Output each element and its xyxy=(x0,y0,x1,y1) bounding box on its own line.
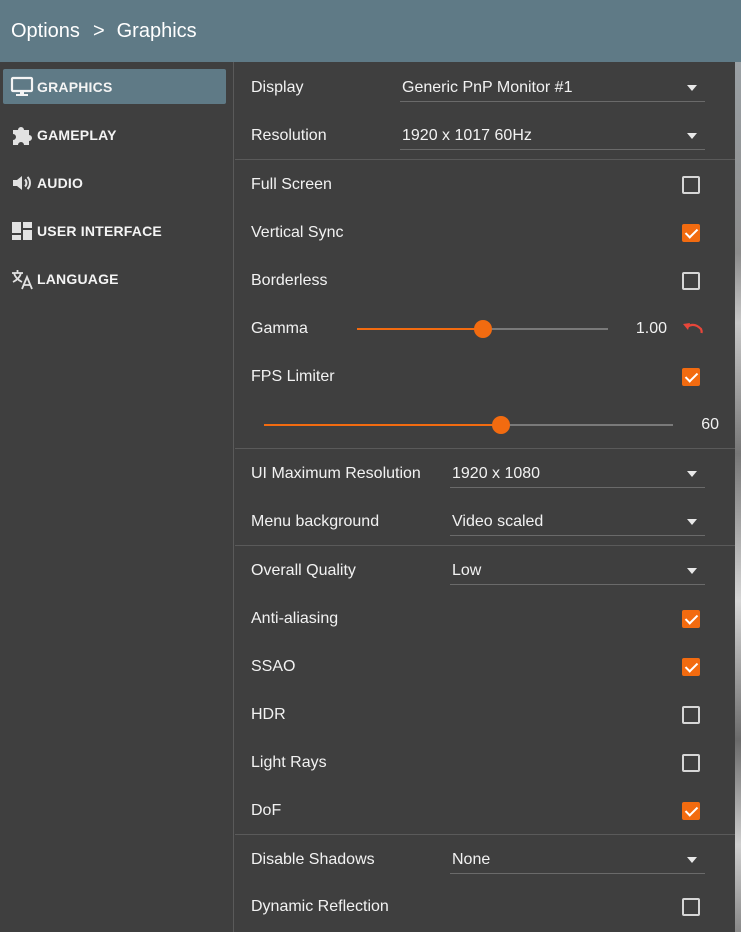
setting-label: Resolution xyxy=(251,127,327,144)
overall-quality-select[interactable]: Low xyxy=(450,557,705,585)
sidebar-item-audio[interactable]: AUDIO xyxy=(3,165,226,200)
setting-label: HDR xyxy=(251,706,286,723)
anti-aliasing-checkbox[interactable] xyxy=(682,610,700,628)
setting-ui-max-resolution: UI Maximum Resolution 1920 x 1080 xyxy=(235,450,735,498)
reset-icon[interactable] xyxy=(681,319,705,339)
setting-resolution: Resolution 1920 x 1017 60Hz xyxy=(235,112,735,160)
setting-fps-limit-value: 60 xyxy=(235,401,735,449)
setting-hdr: HDR xyxy=(235,691,735,739)
sidebar-item-user-interface[interactable]: USER INTERFACE xyxy=(3,213,226,248)
setting-light-rays: Light Rays xyxy=(235,739,735,787)
setting-label: DoF xyxy=(251,802,282,819)
resolution-select[interactable]: 1920 x 1017 60Hz xyxy=(400,122,705,150)
setting-vertical-sync: Vertical Sync xyxy=(235,209,735,257)
chevron-down-icon xyxy=(687,519,697,525)
chevron-down-icon xyxy=(687,471,697,477)
breadcrumb-current: Graphics xyxy=(116,20,197,42)
sidebar-item-gameplay[interactable]: GAMEPLAY xyxy=(3,117,226,152)
full-screen-checkbox[interactable] xyxy=(682,176,700,194)
sidebar-item-label: AUDIO xyxy=(37,174,84,191)
translate-icon xyxy=(9,267,35,291)
select-value: 1920 x 1080 xyxy=(452,465,541,482)
slider-thumb[interactable] xyxy=(473,320,492,338)
setting-menu-background: Menu background Video scaled xyxy=(235,498,735,546)
sidebar-item-graphics[interactable]: GRAPHICS xyxy=(3,69,226,104)
select-value: 1920 x 1017 60Hz xyxy=(402,127,532,144)
background-scene xyxy=(735,62,741,932)
setting-display: Display Generic PnP Monitor #1 xyxy=(235,64,735,112)
setting-label: FPS Limiter xyxy=(251,368,335,385)
speaker-icon xyxy=(9,171,35,195)
layout-icon xyxy=(9,219,35,243)
section-divider xyxy=(235,545,735,546)
setting-label: Full Screen xyxy=(251,176,332,193)
setting-overall-quality: Overall Quality Low xyxy=(235,547,735,595)
monitor-icon xyxy=(9,75,35,99)
setting-label: Disable Shadows xyxy=(251,851,375,868)
setting-disable-shadows: Disable Shadows None xyxy=(235,836,735,884)
chevron-down-icon xyxy=(687,85,697,91)
breadcrumb-separator: > xyxy=(92,20,105,42)
setting-fps-limiter: FPS Limiter xyxy=(235,353,735,401)
sidebar: GRAPHICS GAMEPLAY AUDIO USER INTERFACE L… xyxy=(0,62,234,932)
dof-checkbox[interactable] xyxy=(682,802,700,820)
setting-dynamic-reflection: Dynamic Reflection xyxy=(235,883,735,931)
borderless-checkbox[interactable] xyxy=(682,272,700,290)
slider-fill xyxy=(264,424,502,426)
setting-label: Anti-aliasing xyxy=(251,610,339,627)
sidebar-item-label: USER INTERFACE xyxy=(37,222,162,239)
chevron-down-icon xyxy=(687,133,697,139)
sidebar-item-language[interactable]: LANGUAGE xyxy=(3,261,226,296)
hdr-checkbox[interactable] xyxy=(682,706,700,724)
slider-thumb[interactable] xyxy=(492,416,511,434)
setting-borderless: Borderless xyxy=(235,257,735,305)
setting-label: Borderless xyxy=(251,272,328,289)
display-select[interactable]: Generic PnP Monitor #1 xyxy=(400,74,705,102)
chevron-down-icon xyxy=(687,857,697,863)
graphics-settings-panel: Display Generic PnP Monitor #1 Resolutio… xyxy=(235,62,735,932)
section-divider xyxy=(235,448,735,449)
breadcrumb-root[interactable]: Options xyxy=(11,20,80,43)
sidebar-item-label: GRAPHICS xyxy=(37,78,113,95)
section-divider xyxy=(235,834,735,835)
fps-limit-slider[interactable] xyxy=(264,415,673,435)
gamma-slider[interactable] xyxy=(357,319,608,339)
setting-gamma: Gamma 1.00 xyxy=(235,305,735,353)
setting-ssao: SSAO xyxy=(235,643,735,691)
fps-limiter-checkbox[interactable] xyxy=(682,368,700,386)
sidebar-item-label: GAMEPLAY xyxy=(37,126,117,143)
setting-anti-aliasing: Anti-aliasing xyxy=(235,595,735,643)
breadcrumb: Options > Graphics xyxy=(11,20,197,43)
menu-background-select[interactable]: Video scaled xyxy=(450,508,705,536)
setting-label: Display xyxy=(251,79,304,96)
select-value: Video scaled xyxy=(452,513,544,530)
vertical-sync-checkbox[interactable] xyxy=(682,224,700,242)
setting-label: Dynamic Reflection xyxy=(251,898,389,915)
setting-label: Gamma xyxy=(251,320,308,337)
setting-label: SSAO xyxy=(251,658,296,675)
sidebar-item-label: LANGUAGE xyxy=(37,270,119,287)
select-value: None xyxy=(452,851,491,868)
slider-fill xyxy=(357,328,483,330)
options-header: Options > Graphics xyxy=(0,0,741,62)
select-value: Low xyxy=(452,562,482,579)
setting-dof: DoF xyxy=(235,787,735,835)
disable-shadows-select[interactable]: None xyxy=(450,846,705,874)
dynamic-reflection-checkbox[interactable] xyxy=(682,898,700,916)
section-divider xyxy=(235,159,735,160)
setting-label: Vertical Sync xyxy=(251,224,344,241)
setting-label: UI Maximum Resolution xyxy=(251,465,421,482)
setting-label: Menu background xyxy=(251,513,380,530)
chevron-down-icon xyxy=(687,568,697,574)
setting-full-screen: Full Screen xyxy=(235,161,735,209)
select-value: Generic PnP Monitor #1 xyxy=(402,79,573,96)
setting-label: Overall Quality xyxy=(251,562,356,579)
fps-limit-value: 60 xyxy=(701,416,719,433)
light-rays-checkbox[interactable] xyxy=(682,754,700,772)
gamma-value: 1.00 xyxy=(635,320,667,337)
setting-label: Light Rays xyxy=(251,754,327,771)
ssao-checkbox[interactable] xyxy=(682,658,700,676)
puzzle-icon xyxy=(9,123,35,147)
ui-max-resolution-select[interactable]: 1920 x 1080 xyxy=(450,460,705,488)
